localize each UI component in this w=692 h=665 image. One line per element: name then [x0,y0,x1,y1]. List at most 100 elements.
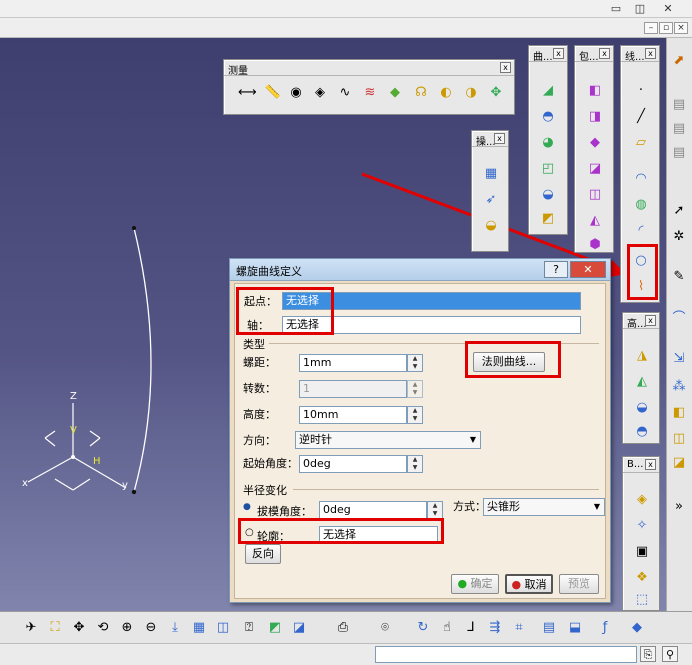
extrapolate-icon[interactable]: ✧ [633,517,651,535]
volume-close-icon[interactable]: ⬢ [586,236,604,254]
reflect-icon[interactable]: ✥ [487,84,505,102]
start-angle-spinner[interactable]: ▲ ▼ [407,455,423,473]
trim-icon[interactable]: ◒ [482,217,500,235]
draft-angle-spinner[interactable]: ▲ ▼ [427,501,443,519]
toolbar-close-icon[interactable]: x [553,48,564,59]
draft-angle-field[interactable]: 0deg [319,501,427,519]
fit-all-icon[interactable]: ⛶ [46,619,64,637]
mapping-icon[interactable]: ◑ [462,84,480,102]
rotate-icon[interactable]: ⟲ [94,619,112,637]
circle-icon[interactable]: ○ [632,252,650,270]
height-spinner[interactable]: ▲ ▼ [407,406,423,424]
curve-tool-icon[interactable]: ⌒ [670,310,688,328]
help-button[interactable]: ? [544,261,568,278]
volume-fill-icon[interactable]: ◭ [586,212,604,230]
profile-field[interactable]: 无选择 [319,526,438,544]
print-icon[interactable]: ⎙ [334,619,352,637]
toolbar-close-icon[interactable]: x [645,459,656,470]
pitch-field[interactable]: 1mm [299,354,407,372]
doc-close-icon[interactable]: × [674,22,688,34]
mode-select[interactable]: 尖锥形 ▼ [483,498,605,516]
manipulate-icon[interactable]: ☝ [438,619,456,637]
wrap-surface-icon[interactable]: ◒ [633,399,651,417]
command-input[interactable] [375,646,637,663]
fill-surface-icon[interactable]: ◩ [539,210,557,228]
gray-tool-2-icon[interactable]: ▤ [670,120,688,138]
more-tools-icon[interactable]: » [670,498,688,516]
snap-icon[interactable]: ✲ [670,228,688,246]
draft-analysis-icon[interactable]: ◆ [386,84,404,102]
corner-icon[interactable]: ◜ [632,222,650,240]
direction-select[interactable]: 逆时针 ▼ [295,431,481,449]
pattern-icon[interactable]: ❖ [633,569,651,587]
pan-icon[interactable]: ✥ [70,619,88,637]
repeat-icon[interactable]: ⬚ [633,591,651,609]
extrude-surface-icon[interactable]: ◢ [539,82,557,100]
wrap-curve-icon[interactable]: ◭ [633,373,651,391]
preview-button[interactable]: 预览 [559,574,599,594]
scale-icon[interactable]: ⇲ [670,350,688,368]
boolean-icon[interactable]: ◈ [633,491,651,509]
knowledge-icon[interactable]: ƒ [596,619,614,637]
minimize-icon[interactable]: ▭ [606,1,626,15]
update-icon[interactable]: ↻ [414,619,432,637]
axis-field[interactable]: 无选择 [282,316,581,334]
offset-curve-icon[interactable]: ◍ [632,196,650,214]
workbench-icon[interactable]: ⬈ [670,52,688,70]
zoom-out-icon[interactable]: ⊖ [142,619,160,637]
grouped-icon[interactable]: ⬓ [566,619,584,637]
ok-button[interactable]: ● 确定 [451,574,499,594]
plane-icon[interactable]: ▱ [632,134,650,152]
command-history-icon[interactable]: ⎘ [640,646,656,662]
helix-icon[interactable]: ⌇ [632,278,650,296]
volume-extrude-icon[interactable]: ◧ [586,82,604,100]
doc-minimize-icon[interactable]: – [644,22,658,34]
instance-icon[interactable]: ▣ [633,543,651,561]
hide-show-icon[interactable]: ◩ [266,619,284,637]
reverse-button[interactable]: 反向 [245,544,281,564]
connect-check-icon[interactable]: ☊ [412,84,430,102]
axis-system-icon[interactable]: ⅃ [462,619,480,637]
product-icon[interactable]: ◪ [670,454,688,472]
grid-icon[interactable]: ⁂ [670,378,688,396]
sphere-surface-icon[interactable]: ◕ [539,134,557,152]
volume-revolve-icon[interactable]: ◨ [586,108,604,126]
close-icon[interactable]: ✕ [658,1,678,15]
volume-sphere-icon[interactable]: ◆ [586,134,604,152]
swap-space-icon[interactable]: ◪ [290,619,308,637]
tree-icon[interactable]: ⇶ [486,619,504,637]
gray-tool-3-icon[interactable]: ▤ [670,144,688,162]
measure-item-icon[interactable]: 📏 [264,84,282,102]
dialog-close-icon[interactable]: ✕ [570,261,606,278]
volume-thick-icon[interactable]: ◪ [586,160,604,178]
render-style-icon[interactable]: ⍰ [240,619,258,637]
array-icon[interactable]: ◧ [670,404,688,422]
restore-icon[interactable]: ◫ [630,1,650,15]
part-icon[interactable]: ◫ [670,430,688,448]
law-curve-button[interactable]: 法则曲线... [473,352,545,372]
toolbar-close-icon[interactable]: x [645,48,656,59]
porcupine-icon[interactable]: ≋ [361,84,379,102]
search-icon[interactable]: ⚲ [662,646,678,662]
height-field[interactable]: 10mm [299,406,407,424]
cancel-button[interactable]: ● 取消 [505,574,553,594]
point-icon[interactable]: · [632,82,650,100]
select-arrow-icon[interactable]: ➚ [670,202,688,220]
toolbar-close-icon[interactable]: x [645,315,656,326]
toolbar-close-icon[interactable]: x [494,133,505,144]
offset-surface-icon[interactable]: ◰ [539,160,557,178]
doc-restore-icon[interactable]: ▫ [659,22,673,34]
zoom-in-icon[interactable]: ⊕ [118,619,136,637]
projection-icon[interactable]: ◠ [632,170,650,188]
measure-inertia-icon[interactable]: ◉ [287,84,305,102]
draft-radio-icon[interactable]: ● [243,502,251,512]
measure-between-icon[interactable]: ⟷ [238,84,257,102]
surface-analysis-icon[interactable]: ◐ [437,84,455,102]
bump-icon[interactable]: ◮ [633,347,651,365]
shape-morph-icon[interactable]: ◓ [633,423,651,441]
curvature-icon[interactable]: ∿ [336,84,354,102]
normal-view-icon[interactable]: ⤓ [166,619,184,637]
iso-view-icon[interactable]: ◫ [214,619,232,637]
line-icon[interactable]: ╱ [632,108,650,126]
capture-icon[interactable]: ⌾ [376,619,394,637]
